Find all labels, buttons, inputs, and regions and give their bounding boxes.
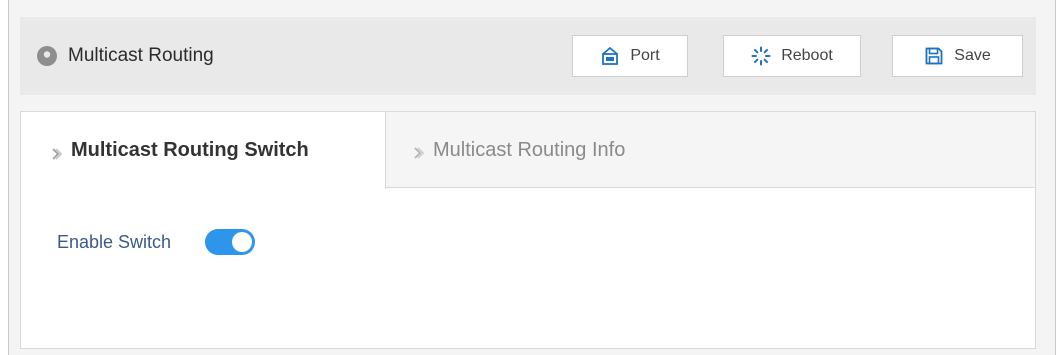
enable-switch-label: Enable Switch — [57, 231, 172, 252]
port-button-label: Port — [630, 47, 660, 64]
title-area: Multicast Routing — [36, 44, 214, 68]
save-button-label: Save — [954, 47, 991, 64]
reboot-button[interactable]: Reboot — [723, 35, 861, 77]
page-title: Multicast Routing — [68, 45, 214, 66]
reboot-icon — [751, 46, 771, 66]
toggle-knob — [232, 232, 253, 252]
reboot-button-label: Reboot — [781, 47, 833, 64]
save-icon — [924, 46, 944, 66]
tab-multicast-routing-info[interactable]: Multicast Routing Info — [386, 112, 625, 188]
tab-bar: Multicast Routing Switch Multicast Routi… — [21, 112, 1035, 189]
enable-switch-toggle[interactable] — [205, 229, 256, 255]
save-button[interactable]: Save — [892, 35, 1023, 77]
location-pin-icon — [36, 45, 58, 67]
content-panel: Multicast Routing Switch Multicast Routi… — [20, 111, 1036, 349]
tab-label: Multicast Routing Info — [433, 138, 626, 161]
port-icon — [600, 46, 620, 66]
chevron-right-icon — [413, 143, 425, 159]
port-button[interactable]: Port — [572, 35, 688, 77]
header-bar: Multicast Routing Port Reboot Save — [20, 17, 1036, 95]
chevron-right-icon — [51, 144, 63, 160]
tab-label: Multicast Routing Switch — [71, 139, 309, 161]
enable-switch-row: Enable Switch — [57, 229, 256, 255]
tab-multicast-routing-switch[interactable]: Multicast Routing Switch — [21, 112, 386, 189]
